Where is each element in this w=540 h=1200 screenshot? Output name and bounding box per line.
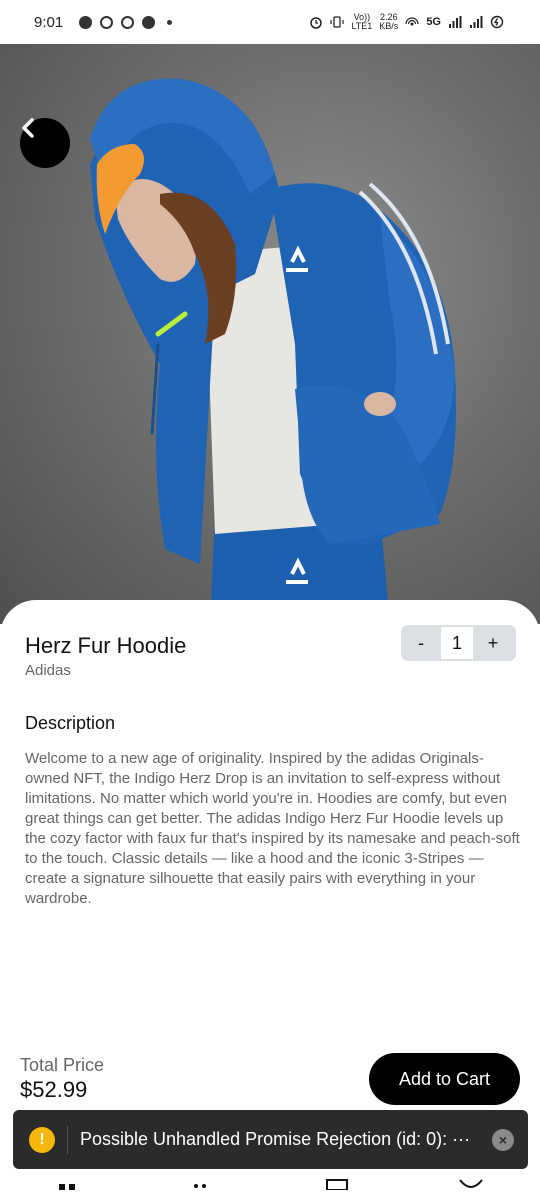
status-bar: 9:01 Vo)) LTE1 2.26 KB/s 5G <box>0 0 540 44</box>
profile-icon[interactable] <box>458 1170 484 1190</box>
add-to-cart-button[interactable]: Add to Cart <box>369 1053 520 1105</box>
product-image <box>0 44 540 624</box>
speed-unit: KB/s <box>379 21 399 31</box>
total-price-value: $52.99 <box>20 1077 88 1102</box>
warning-icon: ! <box>29 1126 55 1153</box>
quantity-value: 1 <box>441 627 473 659</box>
notification-icons <box>79 15 173 29</box>
network-type: 5G <box>426 16 441 28</box>
total-price-label: Total Price <box>20 1055 105 1075</box>
hoodie-model-illustration <box>90 78 456 624</box>
close-icon[interactable]: × <box>492 1128 514 1151</box>
more-notifications-icon <box>167 19 173 25</box>
quantity-stepper: - 1 + <box>401 625 516 661</box>
whatsapp-icon <box>100 15 114 29</box>
compass-icon <box>142 15 156 29</box>
product-title: Herz Fur Hoodie <box>25 633 187 658</box>
error-toast[interactable]: ! Possible Unhandled Promise Rejection (… <box>13 1110 528 1169</box>
cart-icon[interactable] <box>190 1170 210 1190</box>
product-brand: Adidas <box>25 662 71 679</box>
description-heading: Description <box>25 713 116 733</box>
home-icon[interactable] <box>57 1170 77 1190</box>
network-speed: 2.26 KB/s <box>379 13 398 31</box>
chat-bubble-icon <box>79 15 93 29</box>
app-notification-icon <box>121 15 135 29</box>
hotspot-icon <box>405 17 419 26</box>
alarm-icon <box>310 17 323 29</box>
mail-icon[interactable] <box>325 1170 349 1190</box>
back-button[interactable] <box>20 118 70 168</box>
signal-icon <box>449 16 462 28</box>
decrease-quantity-button[interactable]: - <box>401 625 441 661</box>
system-icons: Vo)) LTE1 2.26 KB/s 5G <box>309 13 504 31</box>
increase-quantity-button[interactable]: + <box>473 625 513 661</box>
vibrate-icon <box>330 16 345 28</box>
status-time: 9:01 <box>34 13 64 31</box>
description-text: Welcome to a new age of originality. Ins… <box>25 750 520 907</box>
toast-message: Possible Unhandled Promise Rejection (id… <box>80 1129 471 1149</box>
battery-saver-icon <box>490 15 504 29</box>
toast-divider <box>67 1125 68 1154</box>
signal-2-icon <box>470 16 483 28</box>
chevron-left-icon <box>22 118 34 138</box>
volte-indicator: Vo)) LTE1 <box>351 13 372 31</box>
volte-bottom: LTE1 <box>351 21 373 31</box>
